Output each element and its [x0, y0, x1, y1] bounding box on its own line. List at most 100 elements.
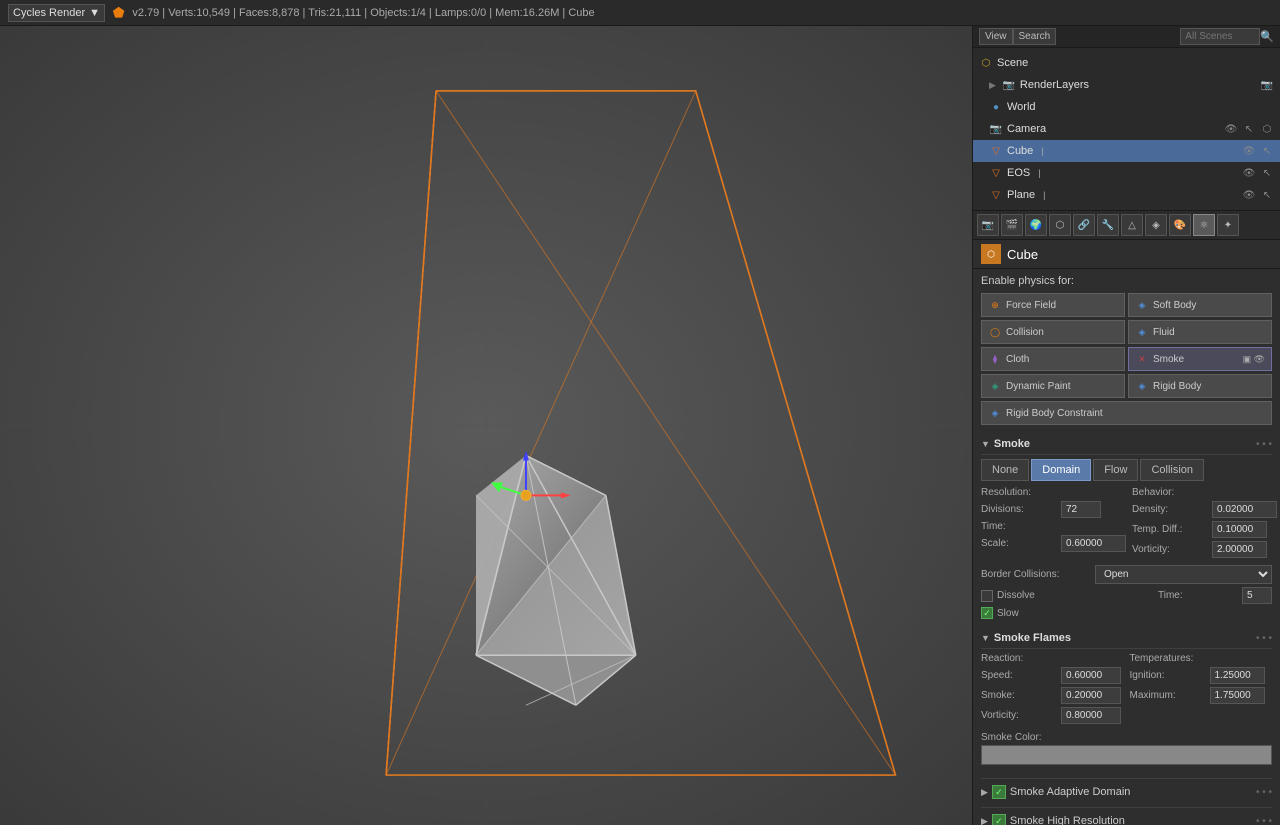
cube-cursor-icon: ↖	[1260, 144, 1274, 158]
search-button[interactable]: Search	[1013, 28, 1057, 45]
physics-prop-icon[interactable]: ⚛	[1193, 214, 1215, 236]
renderlayers-icon: 📷	[1002, 78, 1016, 92]
camera-label: Camera	[1007, 123, 1046, 135]
outliner-item-plane[interactable]: ▽ Plane | 👁 ↖	[973, 184, 1280, 206]
properties-scroll[interactable]: ⬡ Cube Enable physics for: ⊕ Force Field…	[973, 240, 1280, 825]
force-field-icon: ⊕	[988, 298, 1002, 312]
fluid-icon: ◈	[1135, 325, 1149, 339]
viewport-bg	[0, 26, 972, 825]
tab-collision[interactable]: Collision	[1140, 459, 1204, 481]
outliner-item-cube[interactable]: ▽ Cube | 👁 ↖	[973, 140, 1280, 162]
flames-title: Smoke Flames	[994, 632, 1071, 644]
force-field-button[interactable]: ⊕ Force Field	[981, 293, 1125, 317]
cloth-button[interactable]: ⧫ Cloth	[981, 347, 1125, 371]
ignition-value[interactable]: 1.25000	[1210, 667, 1265, 684]
eos-separator: |	[1038, 168, 1040, 178]
render-prop-icon[interactable]: 📷	[977, 214, 999, 236]
smoke-section-options[interactable]: • • •	[1256, 439, 1272, 450]
material-prop-icon[interactable]: ◈	[1145, 214, 1167, 236]
world-prop-icon[interactable]: 🌍	[1025, 214, 1047, 236]
cube-eye-icon[interactable]: 👁	[1242, 144, 1256, 158]
maximum-value[interactable]: 1.75000	[1210, 687, 1265, 704]
scene-prop-icon[interactable]: 🎬	[1001, 214, 1023, 236]
texture-prop-icon[interactable]: 🎨	[1169, 214, 1191, 236]
smoke-section-header[interactable]: ▼ Smoke • • •	[981, 434, 1272, 455]
viewport[interactable]	[0, 26, 972, 825]
speed-value[interactable]: 0.60000	[1061, 667, 1121, 684]
outliner-item-camera[interactable]: 📷 Camera 👁 ↖ ⬡	[973, 118, 1280, 140]
plane-eye-icon[interactable]: 👁	[1242, 188, 1256, 202]
eos-eye-icon[interactable]: 👁	[1242, 166, 1256, 180]
smoke-tabs: None Domain Flow Collision	[981, 459, 1272, 481]
temperatures-col: Temperatures: Ignition: 1.25000 Maximum:…	[1130, 653, 1273, 727]
outliner-item-renderlayers[interactable]: ▶ 📷 RenderLayers 📷	[973, 74, 1280, 96]
tab-domain[interactable]: Domain	[1031, 459, 1091, 481]
border-collision-select[interactable]: Open	[1095, 565, 1272, 584]
reaction-header: Reaction:	[981, 653, 1124, 664]
renderlayers-label: RenderLayers	[1020, 79, 1089, 91]
collision-icon: ◯	[988, 325, 1002, 339]
data-prop-icon[interactable]: △	[1121, 214, 1143, 236]
plane-label: Plane	[1007, 189, 1035, 201]
tab-none[interactable]: None	[981, 459, 1029, 481]
scale-value[interactable]: 0.60000	[1061, 535, 1126, 552]
vorticity-value[interactable]: 2.00000	[1212, 541, 1267, 558]
fluid-button[interactable]: ◈ Fluid	[1128, 320, 1272, 344]
rigid-body-constraint-button[interactable]: ◈ Rigid Body Constraint	[981, 401, 1272, 425]
density-value[interactable]: 0.02000	[1212, 501, 1277, 518]
temperatures-header: Temperatures:	[1130, 653, 1273, 664]
adaptive-domain-label: Smoke Adaptive Domain	[1010, 786, 1130, 798]
vorticity-flames-row: Vorticity: 0.80000	[981, 707, 1124, 724]
vorticity-flames-value[interactable]: 0.80000	[1061, 707, 1121, 724]
maximum-label: Maximum:	[1130, 690, 1210, 701]
speed-label: Speed:	[981, 670, 1061, 681]
dynamic-paint-button[interactable]: ◈ Dynamic Paint	[981, 374, 1125, 398]
cube-type-icon: ⬡	[981, 244, 1001, 264]
physics-label: Enable physics for:	[981, 275, 1272, 287]
particles-prop-icon[interactable]: ✦	[1217, 214, 1239, 236]
camera-eye-icon[interactable]: 👁	[1224, 122, 1238, 136]
rigid-body-icon: ◈	[1135, 379, 1149, 393]
tab-flow[interactable]: Flow	[1093, 459, 1138, 481]
adaptive-domain-options[interactable]: • • •	[1256, 787, 1272, 798]
soft-body-button[interactable]: ◈ Soft Body	[1128, 293, 1272, 317]
smoke-adaptive-domain-header[interactable]: ▶ ✓ Smoke Adaptive Domain • • •	[981, 782, 1272, 802]
rigid-body-button[interactable]: ◈ Rigid Body	[1128, 374, 1272, 398]
rbc-label: Rigid Body Constraint	[1006, 408, 1103, 419]
camera-render-icon: ⬡	[1260, 122, 1274, 136]
modifier-prop-icon[interactable]: 🔧	[1097, 214, 1119, 236]
resolution-behavior-cols: Resolution: Divisions: 72 Time: Scale: 0…	[981, 487, 1272, 561]
slow-checkbox[interactable]: ✓	[981, 607, 993, 619]
outliner-search-input[interactable]	[1180, 28, 1260, 45]
dissolve-checkbox[interactable]	[981, 590, 993, 602]
smoke-button[interactable]: ✕ Smoke ▣ 👁	[1128, 347, 1272, 371]
smoke-color-swatch[interactable]	[981, 745, 1272, 765]
time-val[interactable]: 5	[1242, 587, 1272, 604]
stats-text: v2.79 | Verts:10,549 | Faces:8,878 | Tri…	[132, 7, 594, 19]
high-res-checkbox[interactable]: ✓	[992, 814, 1006, 825]
outliner-item-scene[interactable]: ⬡ Scene	[973, 52, 1280, 74]
cloth-icon: ⧫	[988, 352, 1002, 366]
outliner-item-world[interactable]: ● World	[973, 96, 1280, 118]
outliner-item-eos[interactable]: ▽ EOS | 👁 ↖	[973, 162, 1280, 184]
adaptive-domain-checkbox[interactable]: ✓	[992, 785, 1006, 799]
renderer-dropdown[interactable]: Cycles Render ▼	[8, 4, 105, 22]
flames-options[interactable]: • • •	[1256, 633, 1272, 644]
behavior-col: Behavior: Density: 0.02000 Temp. Diff.: …	[1132, 487, 1277, 561]
smoke-val[interactable]: 0.20000	[1061, 687, 1121, 704]
high-res-options[interactable]: • • •	[1256, 816, 1272, 825]
scale-row: Scale: 0.60000	[981, 535, 1126, 552]
smoke-high-res-header[interactable]: ▶ ✓ Smoke High Resolution • • •	[981, 811, 1272, 825]
divisions-value[interactable]: 72	[1061, 501, 1101, 518]
time-label: Time:	[981, 521, 1061, 532]
eos-label: EOS	[1007, 167, 1030, 179]
dynamic-paint-icon: ◈	[988, 379, 1002, 393]
object-prop-icon[interactable]: ⬡	[1049, 214, 1071, 236]
constraint-prop-icon[interactable]: 🔗	[1073, 214, 1095, 236]
temp-diff-value[interactable]: 0.10000	[1212, 521, 1267, 538]
smoke-flames-header[interactable]: ▼ Smoke Flames • • •	[981, 628, 1272, 649]
smoke-section-title: Smoke	[994, 438, 1030, 450]
smoke-val-label: Smoke:	[981, 690, 1061, 701]
view-button[interactable]: View	[979, 28, 1013, 45]
collision-button[interactable]: ◯ Collision	[981, 320, 1125, 344]
